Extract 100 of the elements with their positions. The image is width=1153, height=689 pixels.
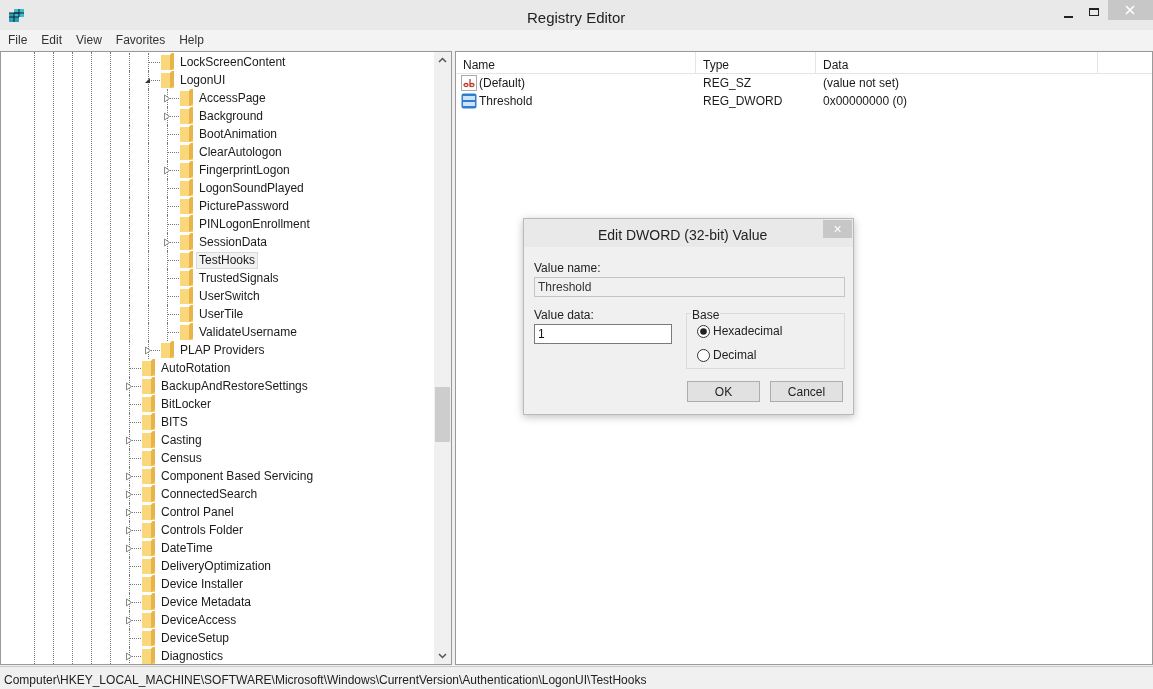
collapsed-icon[interactable] [125, 382, 133, 391]
collapsed-icon[interactable] [125, 508, 133, 517]
folder-icon [142, 647, 155, 664]
tree-item[interactable]: UserSwitch [196, 288, 263, 305]
radio-button[interactable] [697, 348, 710, 362]
collapsed-icon[interactable] [163, 166, 171, 175]
folder-icon [180, 179, 193, 196]
table-cell: REG_SZ [703, 76, 751, 90]
collapsed-icon[interactable] [163, 112, 171, 121]
collapsed-icon[interactable] [125, 544, 133, 553]
dialog-button[interactable]: OK [687, 381, 760, 402]
status-bar: Computer\HKEY_LOCAL_MACHINE\SOFTWARE\Microsoft\Windows\CurrentVersion\Authentication\LogonUI\TestHooks [0, 666, 1153, 689]
tree-item[interactable]: PLAP Providers [177, 342, 268, 359]
tree-item[interactable]: LogonUI [177, 72, 229, 89]
table-cell: 0x00000000 (0) [823, 94, 908, 108]
tree-item[interactable]: Background [196, 108, 267, 125]
scrollbar[interactable] [434, 52, 451, 664]
folder-icon [142, 593, 155, 610]
radio-label[interactable]: Hexadecimal [713, 322, 783, 340]
tree-item[interactable]: Component Based Servicing [158, 468, 317, 485]
folder-icon [142, 431, 155, 448]
folder-icon [161, 71, 174, 88]
expanded-icon[interactable] [144, 77, 151, 84]
scroll-down-icon[interactable] [438, 653, 447, 659]
folder-icon [142, 629, 155, 646]
column-header[interactable]: Type [696, 52, 816, 73]
scroll-up-icon[interactable] [438, 57, 447, 63]
scrollbar-thumb[interactable] [435, 387, 450, 442]
table-cell-text: Threshold [479, 93, 533, 110]
menu-item[interactable]: Help [179, 31, 204, 49]
menu-item[interactable]: View [76, 31, 102, 49]
folder-icon [142, 449, 155, 466]
collapsed-icon[interactable] [125, 598, 133, 607]
tree-item[interactable]: Casting [158, 432, 205, 449]
collapsed-icon[interactable] [125, 526, 133, 535]
folder-icon [161, 341, 174, 358]
folder-icon [180, 251, 193, 268]
tree-item[interactable]: ValidateUsername [196, 324, 300, 341]
folder-icon [180, 305, 193, 322]
collapsed-icon[interactable] [125, 472, 133, 481]
collapsed-icon[interactable] [144, 346, 152, 355]
tree-item[interactable]: BITS [158, 414, 191, 431]
table-cell: REG_DWORD [703, 94, 783, 108]
tree-item[interactable]: TrustedSignals [196, 270, 282, 287]
collapsed-icon[interactable] [163, 238, 171, 247]
tree-item[interactable]: AutoRotation [158, 360, 234, 377]
folder-icon [142, 485, 155, 502]
tree-item[interactable]: BootAnimation [196, 126, 281, 143]
tree-item[interactable]: ClearAutologon [196, 144, 285, 161]
tree-item[interactable]: UserTile [196, 306, 247, 323]
tree-item[interactable]: TestHooks [196, 252, 259, 269]
collapsed-icon[interactable] [163, 94, 171, 103]
tree-item[interactable]: ConnectedSearch [158, 486, 261, 503]
tree-item[interactable]: Census [158, 450, 205, 467]
collapsed-icon[interactable] [125, 436, 133, 445]
folder-icon [142, 575, 155, 592]
collapsed-icon[interactable] [125, 616, 133, 625]
tree-item[interactable]: SessionData [196, 234, 271, 251]
tree-item[interactable]: BackupAndRestoreSettings [158, 378, 311, 395]
tree-item[interactable]: PicturePassword [196, 198, 293, 215]
folder-icon [180, 143, 193, 160]
collapsed-icon[interactable] [125, 490, 133, 499]
field-label: Value data: [534, 307, 594, 324]
folder-icon [180, 161, 193, 178]
tree-item[interactable]: DeviceSetup [158, 630, 233, 647]
dialog-button[interactable]: Cancel [770, 381, 843, 402]
tree-item[interactable]: Diagnostics [158, 648, 227, 664]
tree-item[interactable]: LockScreenContent [177, 54, 289, 71]
tree-item[interactable]: LogonSoundPlayed [196, 180, 307, 197]
tree-item[interactable]: Device Installer [158, 576, 247, 593]
field-label: Value name: [534, 260, 601, 277]
column-header[interactable]: Data [816, 52, 1098, 73]
tree-item[interactable]: BitLocker [158, 396, 215, 413]
radio-button[interactable] [697, 324, 710, 338]
folder-icon [142, 557, 155, 574]
tree-item[interactable]: Controls Folder [158, 522, 247, 539]
input-field[interactable]: Threshold [534, 277, 845, 297]
tree-item[interactable]: FingerprintLogon [196, 162, 293, 179]
folder-icon [142, 467, 155, 484]
tree-item[interactable]: DateTime [158, 540, 216, 557]
tree-item[interactable]: PINLogonEnrollment [196, 216, 313, 233]
folder-icon [142, 413, 155, 430]
folder-icon [161, 53, 174, 70]
folder-icon [180, 215, 193, 232]
menu-item[interactable]: File [8, 31, 28, 49]
tree-item[interactable]: DeliveryOptimization [158, 558, 275, 575]
column-header[interactable]: Name [456, 52, 696, 73]
tree-item[interactable]: AccessPage [196, 90, 269, 107]
tree-item[interactable]: Device Metadata [158, 594, 255, 611]
menu-item[interactable]: Favorites [115, 31, 166, 49]
radio-label[interactable]: Decimal [713, 346, 757, 364]
folder-icon [180, 107, 193, 124]
collapsed-icon[interactable] [125, 652, 133, 661]
tree-item[interactable]: Control Panel [158, 504, 237, 521]
folder-icon [180, 287, 193, 304]
input-field[interactable]: 1 [534, 324, 672, 344]
folder-icon [142, 359, 155, 376]
dialog-title: Edit DWORD (32-bit) Value [598, 226, 768, 245]
tree-item[interactable]: DeviceAccess [158, 612, 240, 629]
menu-item[interactable]: Edit [41, 31, 63, 49]
